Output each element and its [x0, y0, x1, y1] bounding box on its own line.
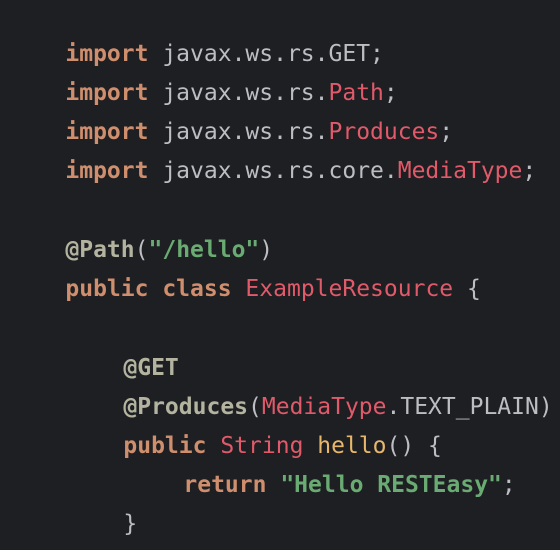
import-line-3: import javax.ws.rs.Produces;	[10, 74, 453, 145]
brace-open: {	[453, 276, 481, 302]
method-declaration-line: public String hello() {	[10, 388, 442, 459]
public-keyword: public	[65, 276, 149, 302]
import-line-4: import javax.ws.rs.core.MediaType;	[10, 113, 536, 184]
semicolon: ;	[501, 472, 516, 498]
method-close-line: }	[10, 466, 137, 537]
produces-annotation-line: @Produces(MediaType.TEXT_PLAIN)	[10, 349, 552, 420]
class-ref: MediaType	[397, 158, 523, 184]
import-line-2: import javax.ws.rs.Path;	[10, 35, 397, 106]
code-editor[interactable]: import javax.ws.rs.GET; import javax.ws.…	[0, 0, 560, 550]
return-keyword: return	[183, 472, 267, 498]
class-name: ExampleResource	[231, 276, 454, 302]
return-string: "Hello RESTEasy"	[266, 472, 502, 498]
import-keyword: import	[65, 158, 149, 184]
get-annotation-line: @GET	[10, 310, 178, 381]
class-keyword: class	[148, 276, 232, 302]
import-line-1: import javax.ws.rs.GET;	[10, 0, 384, 67]
brace-close: }	[123, 511, 138, 537]
semicolon: ;	[522, 158, 537, 184]
class-declaration-line: public class ExampleResource {	[10, 231, 480, 302]
return-line: return "Hello RESTEasy";	[10, 427, 515, 498]
package-path: javax.ws.rs.core.	[148, 158, 398, 184]
class-close-line: }	[10, 505, 79, 544]
path-annotation-line: @Path("/hello")	[10, 192, 273, 263]
paren-close: )	[538, 394, 553, 420]
